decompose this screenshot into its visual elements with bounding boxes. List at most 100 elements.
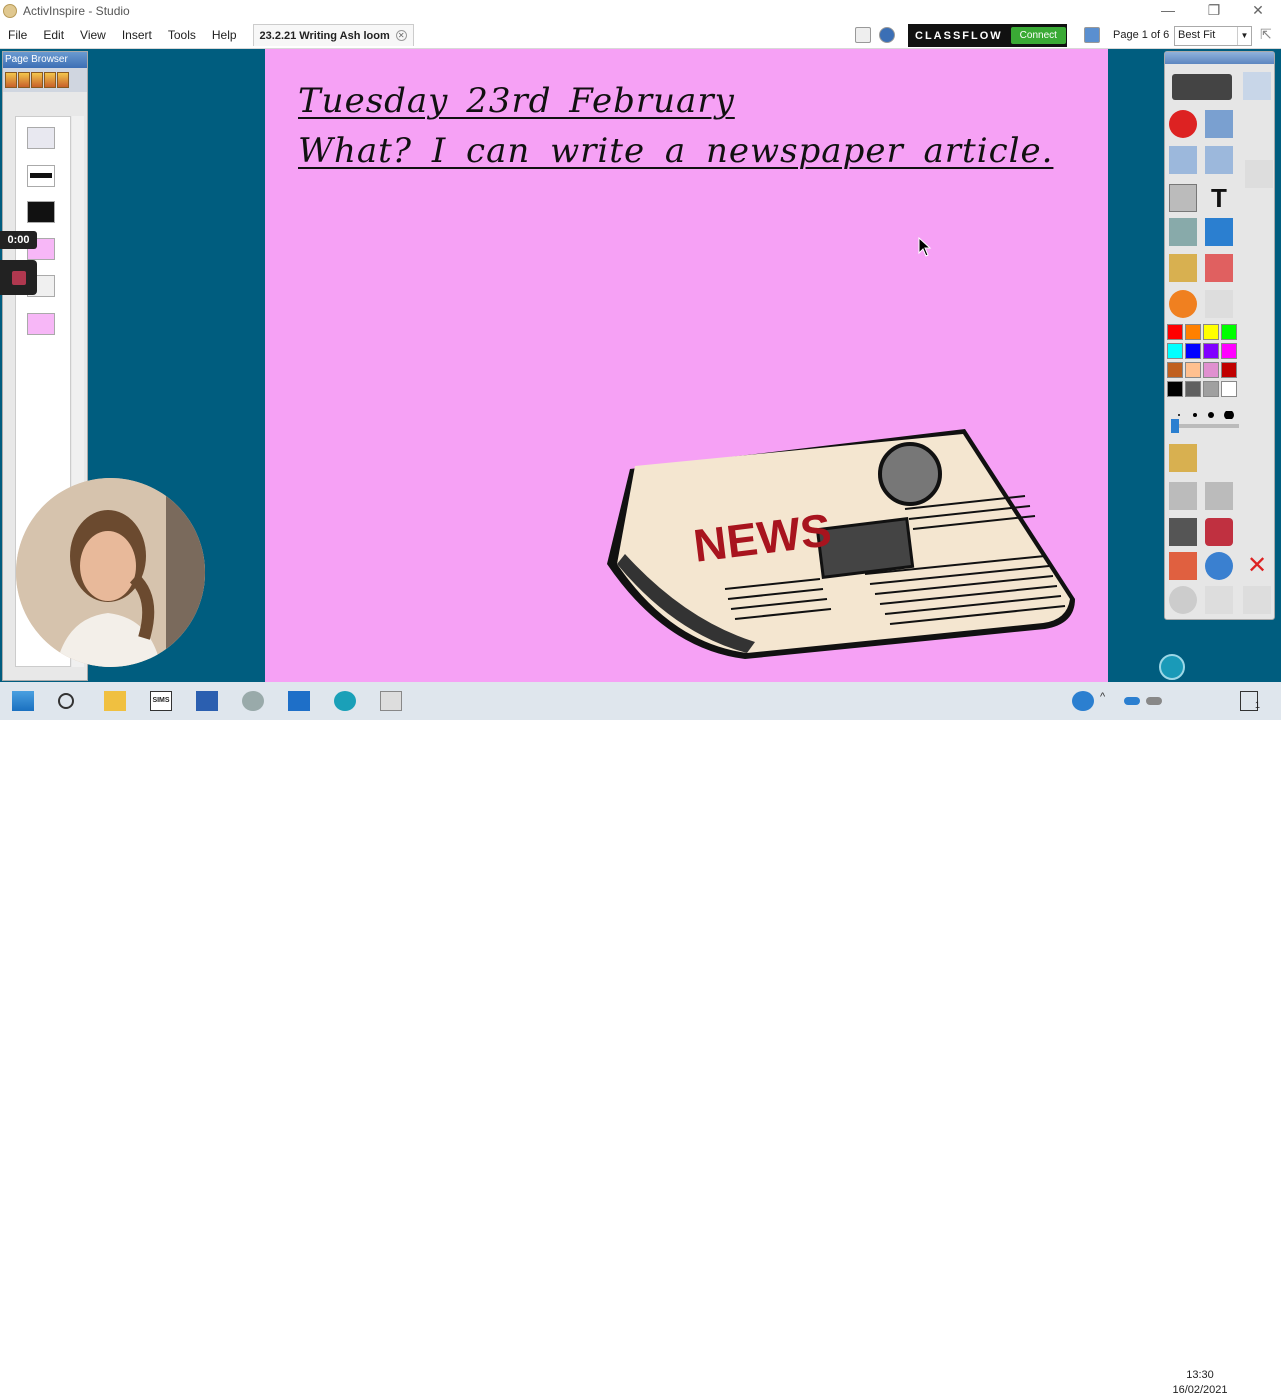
zoom-value: Best Fit [1178, 29, 1216, 41]
page-thumbnail-1[interactable] [27, 127, 55, 149]
fullscreen-icon[interactable]: ⇱ [1260, 27, 1276, 43]
reset-page-icon[interactable] [1169, 518, 1197, 546]
notes-browser-tab-icon[interactable] [44, 72, 56, 88]
magnifier-icon[interactable] [1169, 586, 1197, 614]
stop-recording-button[interactable] [0, 260, 37, 295]
system-clock[interactable]: 13:30 16/02/2021 [1172, 1368, 1228, 1398]
windows-start-icon[interactable] [12, 691, 34, 711]
color-swatch[interactable] [1203, 343, 1219, 359]
eraser-tool-icon[interactable] [1205, 254, 1233, 282]
mouse-pointer-icon [918, 237, 932, 257]
chevron-down-icon[interactable]: ▼ [1237, 27, 1251, 45]
chevron-up-icon[interactable]: ^ [1100, 691, 1114, 711]
clapperboard-icon[interactable] [1169, 444, 1197, 472]
color-swatch[interactable] [1185, 343, 1201, 359]
clear-icon[interactable] [1169, 552, 1197, 580]
clipboard-icon[interactable] [1243, 586, 1271, 614]
record-icon[interactable] [1169, 110, 1197, 138]
color-swatch[interactable] [1221, 381, 1237, 397]
color-swatch[interactable] [1221, 343, 1237, 359]
color-swatch[interactable] [1203, 362, 1219, 378]
color-swatch[interactable] [1221, 362, 1237, 378]
close-window-button[interactable]: ✕ [1235, 0, 1281, 22]
flipchart-page[interactable]: Tuesday 23rd February What? I can write … [265, 49, 1108, 682]
redo-icon[interactable] [1205, 482, 1233, 510]
pen-tray-icon[interactable] [1243, 72, 1271, 100]
delete-icon[interactable]: ✕ [1243, 552, 1271, 580]
previous-page-icon[interactable] [1169, 146, 1197, 174]
dice-icon[interactable] [1205, 518, 1233, 546]
undo-icon[interactable] [1169, 482, 1197, 510]
close-tab-icon[interactable]: ✕ [395, 30, 407, 41]
toolbox-collapse-button[interactable] [1159, 654, 1185, 680]
text-edit-icon[interactable] [1205, 586, 1233, 614]
highlighter-tool-icon[interactable] [1205, 218, 1233, 246]
color-swatch[interactable] [1203, 324, 1219, 340]
cloud-icon[interactable] [1146, 697, 1162, 705]
page-settings-icon[interactable] [1084, 27, 1100, 43]
browser-icons-row [3, 68, 87, 92]
edge-icon[interactable] [334, 691, 356, 711]
text-tool-icon[interactable]: T [1205, 184, 1233, 212]
pen-width-slider[interactable] [1171, 419, 1239, 433]
learning-objective[interactable]: What? I can write a newspaper article. [298, 131, 1053, 171]
menu-tools[interactable]: Tools [160, 28, 204, 42]
newspaper-clipart[interactable]: NEWS [605, 424, 1085, 664]
minimize-button[interactable]: — [1145, 0, 1191, 22]
activinspire-icon[interactable] [380, 691, 402, 711]
dual-user-icon[interactable] [855, 27, 871, 43]
page-browser-tab-icon[interactable] [5, 72, 17, 88]
stop-icon [12, 271, 26, 285]
classflow-connect-button[interactable]: Connect [1010, 27, 1066, 44]
color-swatch[interactable] [1203, 381, 1219, 397]
scissors-icon[interactable] [1245, 160, 1273, 188]
restore-button[interactable]: ❐ [1191, 0, 1237, 22]
file-explorer-icon[interactable] [104, 691, 126, 711]
sims-icon[interactable]: SIMS [150, 691, 172, 711]
page-browser-title: Page Browser [5, 54, 68, 65]
handwriting-recognition-icon[interactable] [1205, 290, 1233, 318]
shape-tool-icon[interactable] [1169, 290, 1197, 318]
desktop-annotate-button[interactable] [1172, 74, 1232, 100]
color-swatch[interactable] [1167, 381, 1183, 397]
menu-file[interactable]: File [0, 28, 35, 42]
property-browser-tab-icon[interactable] [57, 72, 69, 88]
word-icon[interactable] [196, 691, 218, 711]
menu-view[interactable]: View [72, 28, 114, 42]
select-tool-icon[interactable] [1169, 184, 1197, 212]
tools-icon[interactable] [1205, 110, 1233, 138]
onedrive-icon[interactable] [1124, 697, 1140, 705]
page-thumbnail-6[interactable] [27, 313, 55, 335]
document-tab[interactable]: 23.2.21 Writing Ash loom ✕ [252, 24, 414, 46]
search-icon[interactable] [58, 693, 74, 709]
pen-tool-icon[interactable] [1169, 218, 1197, 246]
help-icon[interactable] [1072, 691, 1094, 711]
outlook-icon[interactable] [288, 691, 310, 711]
pen-width-dots[interactable] [1177, 408, 1237, 420]
color-swatch[interactable] [1185, 381, 1201, 397]
document-tab-label: 23.2.21 Writing Ash loom [259, 29, 390, 42]
menu-help[interactable]: Help [204, 28, 245, 42]
recording-timer: 0:00 [0, 231, 37, 249]
title-bar: ActivInspire - Studio [0, 0, 1281, 22]
color-swatch[interactable] [1221, 324, 1237, 340]
color-swatch[interactable] [1185, 324, 1201, 340]
date-heading[interactable]: Tuesday 23rd February [298, 81, 735, 121]
resource-browser-tab-icon[interactable] [18, 72, 30, 88]
page-thumbnail-2[interactable] [27, 165, 55, 187]
color-swatch[interactable] [1185, 362, 1201, 378]
color-swatch[interactable] [1167, 362, 1183, 378]
color-swatch[interactable] [1167, 343, 1183, 359]
browsers-icon[interactable] [879, 27, 895, 43]
paint-icon[interactable] [242, 691, 264, 711]
toolbox-header[interactable] [1165, 52, 1274, 64]
next-page-icon[interactable] [1205, 146, 1233, 174]
menu-edit[interactable]: Edit [35, 28, 72, 42]
menu-insert[interactable]: Insert [114, 28, 160, 42]
color-swatch[interactable] [1167, 324, 1183, 340]
object-browser-tab-icon[interactable] [31, 72, 43, 88]
page-thumbnail-3[interactable] [27, 201, 55, 223]
fill-tool-icon[interactable] [1169, 254, 1197, 282]
camera-icon[interactable] [1205, 552, 1233, 580]
zoom-select[interactable]: Best Fit ▼ [1174, 26, 1252, 46]
